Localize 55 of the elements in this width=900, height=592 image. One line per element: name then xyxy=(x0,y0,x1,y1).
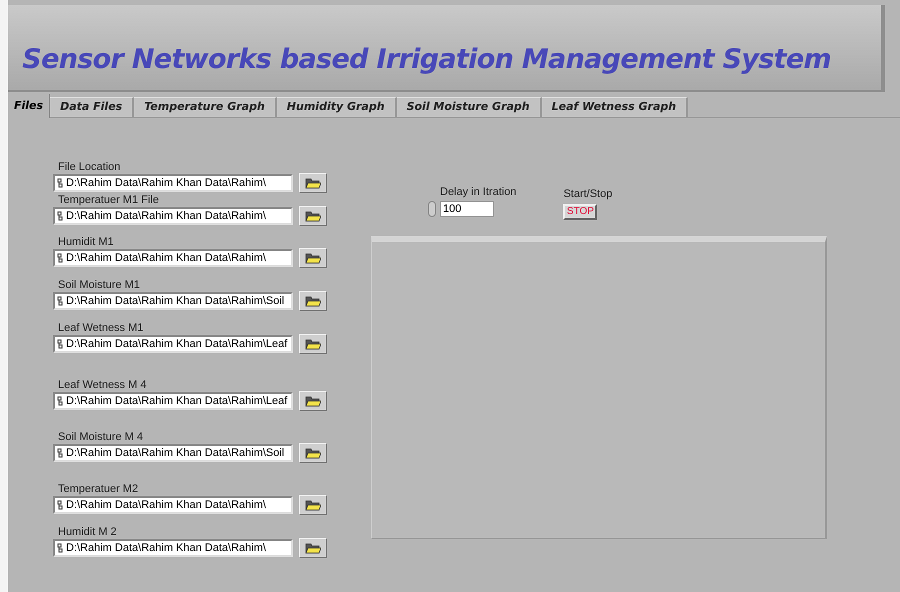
folder-icon xyxy=(305,210,321,222)
field-label: File Location xyxy=(58,161,122,173)
browse-button[interactable] xyxy=(299,443,327,463)
browse-button[interactable] xyxy=(299,391,327,411)
path-icon xyxy=(57,178,63,188)
browse-button[interactable] xyxy=(299,538,327,558)
field-label: Soil Moisture M1 xyxy=(58,279,141,291)
folder-icon xyxy=(305,500,321,510)
field-label: Humidit M 2 xyxy=(58,526,118,538)
tab[interactable]: Temperature Graph xyxy=(134,97,277,117)
browse-button[interactable] xyxy=(299,334,327,354)
browse-button[interactable] xyxy=(299,495,327,515)
tab[interactable]: Humidity Graph xyxy=(276,97,397,117)
tab[interactable]: Soil Moisture Graph xyxy=(396,97,542,117)
path-field[interactable]: D:\Rahim Data\Rahim Khan Data\Rahim\ xyxy=(53,174,293,192)
path-icon xyxy=(57,211,63,221)
app-title: Sensor Networks based Irrigation Management System xyxy=(22,42,831,76)
field-label: Leaf Wetness M 4 xyxy=(58,379,148,391)
path-field[interactable]: D:\Rahim Data\Rahim Khan Data\Rahim\ xyxy=(53,249,293,267)
path-field[interactable]: D:\Rahim Data\Rahim Khan Data\Rahim\Leaf xyxy=(53,335,293,353)
delay-field[interactable]: 100 xyxy=(440,200,494,216)
path-icon xyxy=(57,500,63,510)
field-label: Temperatuer M2 xyxy=(58,483,140,495)
path-field[interactable]: D:\Rahim Data\Rahim Khan Data\Rahim\ xyxy=(53,496,293,514)
path-field[interactable]: D:\Rahim Data\Rahim Khan Data\Rahim\ xyxy=(53,207,293,225)
folder-icon xyxy=(305,296,321,306)
path-icon xyxy=(57,339,63,349)
delay-label: Delay in Itration xyxy=(440,185,516,200)
path-icon xyxy=(57,296,63,306)
tab[interactable]: Files xyxy=(8,94,50,118)
folder-icon xyxy=(305,178,321,188)
start-stop-label: Start/Stop xyxy=(563,187,612,202)
browse-button[interactable] xyxy=(299,173,327,193)
path-icon xyxy=(57,543,63,553)
path-icon xyxy=(57,448,63,458)
path-field[interactable]: D:\Rahim Data\Rahim Khan Data\Rahim\Soil xyxy=(53,292,293,310)
path-field[interactable]: D:\Rahim Data\Rahim Khan Data\Rahim\Soil xyxy=(53,444,293,462)
folder-icon xyxy=(305,448,321,458)
field-label: Leaf Wetness M1 xyxy=(58,322,144,334)
path-field[interactable]: D:\Rahim Data\Rahim Khan Data\Rahim\Leaf xyxy=(53,392,293,410)
field-label: Temperatuer M1 File xyxy=(58,194,160,206)
path-icon xyxy=(57,253,63,263)
folder-icon xyxy=(305,396,321,406)
field-label: Soil Moisture M 4 xyxy=(58,431,144,443)
tab[interactable]: Leaf Wetness Graph xyxy=(542,97,688,117)
path-field[interactable]: D:\Rahim Data\Rahim Khan Data\Rahim\ xyxy=(53,539,293,557)
browse-button[interactable] xyxy=(299,206,327,226)
field-label: Humidit M1 xyxy=(58,236,115,248)
path-icon xyxy=(57,396,63,406)
folder-icon xyxy=(305,542,321,554)
folder-icon xyxy=(305,338,321,350)
folder-icon xyxy=(305,252,321,264)
tab[interactable]: Data Files xyxy=(50,97,134,117)
browse-button[interactable] xyxy=(299,248,327,268)
browse-button[interactable] xyxy=(299,291,327,311)
